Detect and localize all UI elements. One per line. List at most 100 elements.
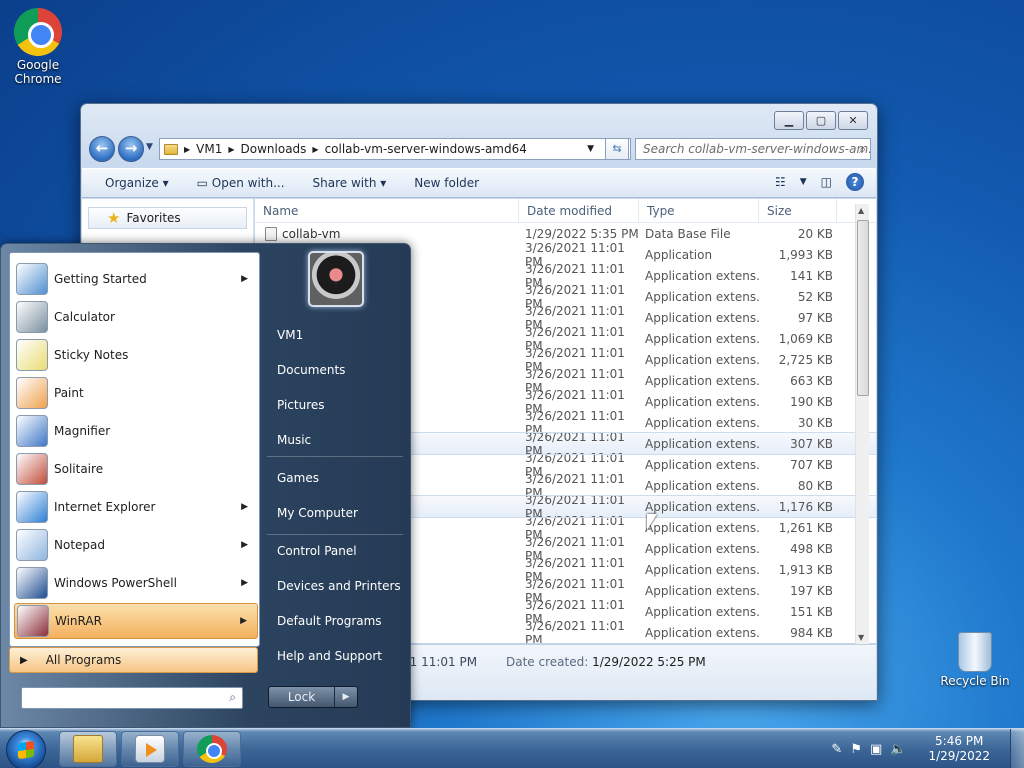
open-with-label: Open with...	[211, 176, 285, 190]
program-label: Notepad	[54, 538, 105, 552]
cell-type: Application extens...	[645, 331, 759, 346]
cell-type: Application extens...	[645, 541, 759, 556]
program-label: Paint	[54, 386, 84, 400]
lock-button[interactable]: Lock ▶	[268, 686, 358, 708]
start-right-item[interactable]: Default Programs	[277, 614, 382, 628]
column-size[interactable]: Size	[759, 199, 837, 222]
program-label: Sticky Notes	[54, 348, 129, 362]
recent-pages-icon[interactable]: ▼	[146, 142, 153, 152]
address-dropdown-icon[interactable]: ▼	[587, 144, 594, 154]
network-icon[interactable]: ▣	[870, 742, 882, 757]
clock[interactable]: 5:46 PM 1/29/2022	[928, 734, 990, 764]
cell-type: Application extens...	[645, 310, 759, 325]
start-program-item[interactable]: Solitaire	[14, 451, 258, 487]
refresh-button[interactable]: ⇆	[605, 138, 629, 160]
start-program-item[interactable]: Calculator	[14, 299, 258, 335]
submenu-arrow-icon: ▶	[241, 578, 248, 588]
star-icon: ★	[107, 209, 121, 227]
start-button[interactable]	[6, 730, 46, 768]
scroll-up-icon[interactable]: ▲	[858, 206, 864, 215]
start-right-item[interactable]: Control Panel	[277, 544, 357, 558]
chevron-right-icon: ▶	[228, 144, 235, 154]
cell-size: 307 KB	[790, 436, 833, 451]
maximize-button[interactable]: ▢	[806, 111, 836, 130]
all-programs-button[interactable]: ▶ All Programs	[9, 647, 258, 673]
submenu-arrow-icon: ▶	[240, 616, 247, 626]
volume-icon[interactable]: 🔈	[890, 742, 906, 757]
taskbar-media-player-button[interactable]	[121, 731, 179, 767]
open-with-button[interactable]: ▭ Open with...	[197, 176, 285, 190]
scrollbar-thumb[interactable]	[857, 220, 869, 396]
nav-item-favorites[interactable]: ★ Favorites	[88, 207, 247, 229]
cell-size: 1,176 KB	[778, 499, 833, 514]
command-bar: Organize ▾ ▭ Open with... Share with ▾ N…	[82, 168, 876, 198]
organize-button[interactable]: Organize ▾	[105, 176, 169, 190]
start-program-item[interactable]: Magnifier	[14, 413, 258, 449]
chevron-down-icon[interactable]: ▼	[800, 177, 807, 187]
action-center-icon[interactable]: ⚑	[850, 742, 862, 757]
lock-label: Lock	[269, 687, 335, 707]
database-file-icon	[265, 226, 277, 241]
start-program-item[interactable]: WinRAR ▶	[14, 603, 258, 639]
breadcrumb-item[interactable]: Downloads	[241, 142, 307, 156]
breadcrumb-item[interactable]: VM1	[196, 142, 222, 156]
share-with-button[interactable]: Share with ▾	[313, 176, 387, 190]
preview-pane-icon[interactable]: ◫	[821, 175, 832, 189]
column-name[interactable]: Name	[255, 199, 519, 222]
column-date-modified[interactable]: Date modified	[519, 199, 639, 222]
scroll-down-icon[interactable]: ▼	[858, 633, 864, 642]
cell-size: 30 KB	[797, 415, 833, 430]
new-folder-button[interactable]: New folder	[414, 176, 479, 190]
cell-type: Application extens...	[645, 394, 759, 409]
start-right-item[interactable]: Games	[277, 471, 319, 485]
start-search-input[interactable]: ⌕	[21, 687, 243, 709]
column-type[interactable]: Type	[639, 199, 759, 222]
taskbar-chrome-button[interactable]	[183, 731, 241, 767]
start-program-item[interactable]: Windows PowerShell ▶	[14, 565, 258, 601]
navigation-bar: ← → ▼ ▶ VM1 ▶ Downloads ▶ collab-vm-serv…	[89, 136, 871, 162]
user-avatar[interactable]	[308, 251, 364, 307]
start-program-item[interactable]: Paint	[14, 375, 258, 411]
forward-button[interactable]: →	[118, 136, 144, 162]
start-right-item[interactable]: My Computer	[277, 506, 358, 520]
start-program-item[interactable]: Getting Started ▶	[14, 261, 258, 297]
taskbar-explorer-button[interactable]	[59, 731, 117, 767]
nav-item-label: Favorites	[126, 211, 181, 225]
cell-size: 498 KB	[790, 541, 833, 556]
address-bar[interactable]: ▶ VM1 ▶ Downloads ▶ collab-vm-server-win…	[159, 138, 631, 160]
cell-type: Application extens...	[645, 436, 759, 451]
chevron-right-icon: ▶	[312, 144, 319, 154]
vertical-scrollbar[interactable]: ▲ ▼	[855, 204, 869, 644]
start-right-item[interactable]: Documents	[277, 363, 345, 377]
help-icon[interactable]: ?	[846, 173, 864, 191]
cell-size: 141 KB	[790, 268, 833, 283]
pen-input-icon[interactable]: ✎	[831, 742, 842, 757]
start-right-item[interactable]: Pictures	[277, 398, 325, 412]
start-program-item[interactable]: Notepad ▶	[14, 527, 258, 563]
search-input[interactable]: Search collab-vm-server-windows-am... ⌕	[635, 138, 871, 160]
paint-icon	[16, 377, 48, 409]
start-program-item[interactable]: Internet Explorer ▶	[14, 489, 258, 525]
close-button[interactable]: ✕	[838, 111, 868, 130]
view-options-icon[interactable]: ☷	[775, 175, 786, 189]
cell-size: 984 KB	[790, 625, 833, 640]
show-desktop-button[interactable]	[1010, 729, 1024, 768]
program-label: Magnifier	[54, 424, 111, 438]
desktop-icon-label: Recycle Bin	[940, 674, 1010, 688]
start-right-item[interactable]: Music	[277, 433, 311, 447]
start-program-item[interactable]: Sticky Notes	[14, 337, 258, 373]
desktop-icon-chrome[interactable]: Google Chrome	[0, 8, 76, 86]
recycle-bin-icon	[958, 632, 992, 672]
cell-size: 707 KB	[790, 457, 833, 472]
minimize-button[interactable]: ▁	[774, 111, 804, 130]
start-right-item[interactable]: Devices and Printers	[277, 579, 401, 593]
desktop-icon-recycle-bin[interactable]: Recycle Bin	[937, 626, 1013, 688]
cell-type: Application extens...	[645, 268, 759, 283]
cell-size: 2,725 KB	[778, 352, 833, 367]
start-right-item[interactable]: VM1	[277, 328, 303, 342]
start-right-item[interactable]: Help and Support	[277, 649, 382, 663]
back-button[interactable]: ←	[89, 136, 115, 162]
breadcrumb-item[interactable]: collab-vm-server-windows-amd64	[325, 142, 527, 156]
power-options-arrow-icon[interactable]: ▶	[335, 687, 357, 707]
detail-value: 1/29/2022 5:25 PM	[592, 655, 706, 669]
